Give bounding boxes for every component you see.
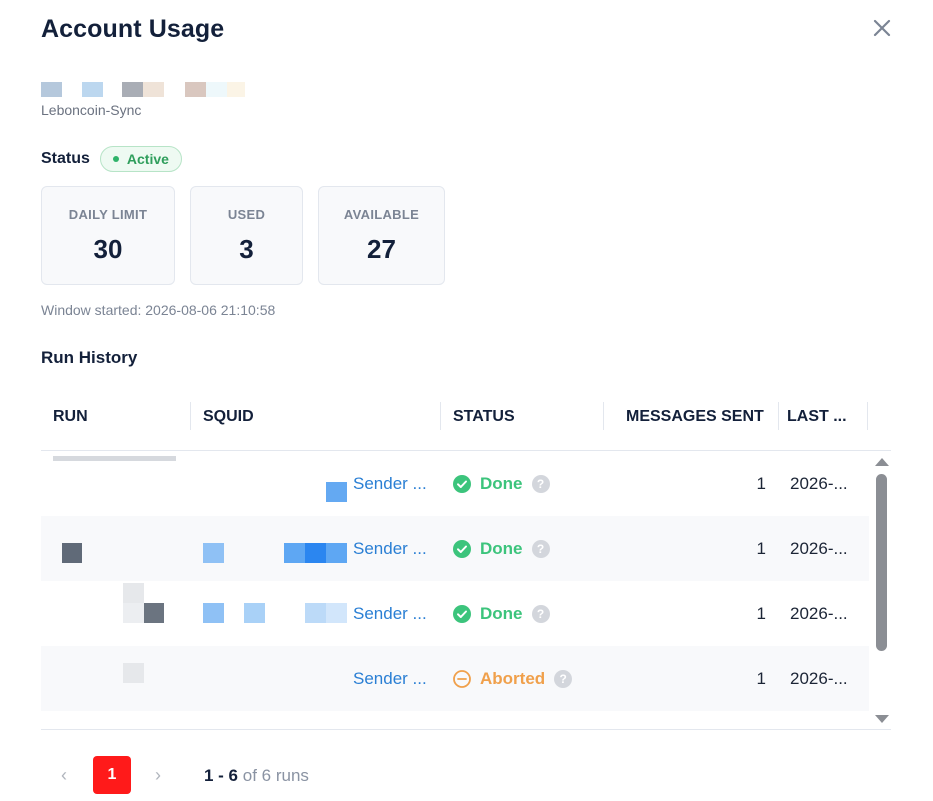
loading-placeholder [53,456,176,461]
redacted-squid-id [326,482,347,502]
account-name: Leboncoin-Sync [41,102,142,118]
stat-label: USED [227,207,266,222]
redacted-squid-id [203,603,224,623]
status-text: Done [480,474,523,493]
squid-link[interactable]: Sender ... [353,646,427,711]
table-row[interactable]: Sender ... Done ? 1 2026-... [41,516,869,581]
redacted-run-id [144,603,164,623]
last-run-date: 2026-... [790,539,848,558]
table-row[interactable]: Sender ... Aborted ? 1 2026-... [41,646,869,711]
stat-used: USED 3 [190,186,303,285]
redacted-squid-id [284,543,305,563]
stat-value: 3 [239,234,254,264]
last-run-date: 2026-... [790,604,848,623]
pagination-summary: 1 - 6 of 6 runs [204,756,309,796]
stat-available: AVAILABLE 27 [318,186,445,285]
last-run-date: 2026-... [790,669,848,688]
column-divider[interactable] [867,402,868,430]
redacted-squid-id [305,603,326,623]
status-text: Aborted [480,669,546,688]
squid-link[interactable]: Sender ... [353,516,427,581]
table-header: RUN SQUID STATUS MESSAGES SENT LAST ... [41,389,891,451]
page-button-current[interactable]: 1 [93,756,131,794]
table-row[interactable]: Sender ... Done ? 1 2026-... [41,581,869,646]
redacted-squid-id [326,543,347,563]
pagination-range: 1 - 6 [204,766,239,785]
chevron-left-icon[interactable]: ‹ [45,756,83,794]
column-divider[interactable] [190,402,191,430]
redacted-squid-id [244,603,265,623]
messages-sent: 1 [756,669,766,688]
chevron-right-icon[interactable]: › [139,756,177,794]
status-text: Done [480,604,523,623]
status-badge: Active [99,145,182,172]
status-cell: Aborted ? [453,646,573,711]
help-icon[interactable]: ? [554,669,573,688]
redacted-squid-id [326,603,347,623]
check-circle-icon [453,539,471,558]
pagination-total: of 6 runs [242,766,309,785]
column-header-last[interactable]: LAST ... [787,389,847,451]
table-row[interactable]: Sender ... Done ? 1 2026-... [41,451,869,516]
account-usage-dialog: Account Usage Leboncoin-Sync Status Acti… [0,0,933,801]
stat-value: 27 [367,234,396,264]
close-icon[interactable] [868,14,896,42]
column-divider[interactable] [778,402,779,430]
column-divider[interactable] [603,402,604,430]
messages-sent: 1 [756,604,766,623]
stat-daily-limit: DAILY LIMIT 30 [41,186,175,285]
redacted-squid-id [305,543,326,563]
run-history-table: Sender ... Done ? 1 2026-... Sender ... … [41,451,891,730]
scrollbar-thumb[interactable] [876,474,887,651]
dialog-title: Account Usage [41,15,225,43]
column-header-messages-sent[interactable]: MESSAGES SENT [626,389,764,451]
messages-sent: 1 [756,539,766,558]
status-cell: Done ? [453,516,550,581]
status-cell: Done ? [453,581,550,646]
redacted-run-id [62,543,82,563]
status-label: Status [41,149,90,167]
scroll-down-arrow-icon[interactable] [875,715,889,723]
column-header-run[interactable]: RUN [53,389,88,451]
redacted-squid-id [203,543,224,563]
check-circle-icon [453,604,471,623]
column-header-squid[interactable]: SQUID [203,389,254,451]
help-icon[interactable]: ? [531,539,550,558]
status-dot-icon [112,155,119,162]
squid-link[interactable]: Sender ... [353,451,427,516]
status-text: Done [480,539,523,558]
status-line: Status Active [41,145,182,172]
scroll-up-arrow-icon[interactable] [875,458,889,466]
stat-label: DAILY LIMIT [68,207,148,222]
stat-label: AVAILABLE [343,207,420,222]
status-badge-text: Active [126,150,169,167]
status-cell: Done ? [453,451,550,516]
squid-link[interactable]: Sender ... [353,581,427,646]
minus-circle-icon [453,669,471,688]
column-divider[interactable] [440,402,441,430]
messages-sent: 1 [756,474,766,493]
help-icon[interactable]: ? [531,604,550,623]
help-icon[interactable]: ? [531,474,550,493]
section-title: Run History [41,348,138,367]
column-header-status[interactable]: STATUS [453,389,515,451]
window-started: Window started: 2026-08-06 21:10:58 [41,302,276,318]
check-circle-icon [453,474,471,493]
redacted-run-id [123,583,144,603]
last-run-date: 2026-... [790,474,848,493]
stat-value: 30 [93,234,123,264]
redacted-run-id [123,603,144,623]
redacted-run-id [123,663,144,683]
